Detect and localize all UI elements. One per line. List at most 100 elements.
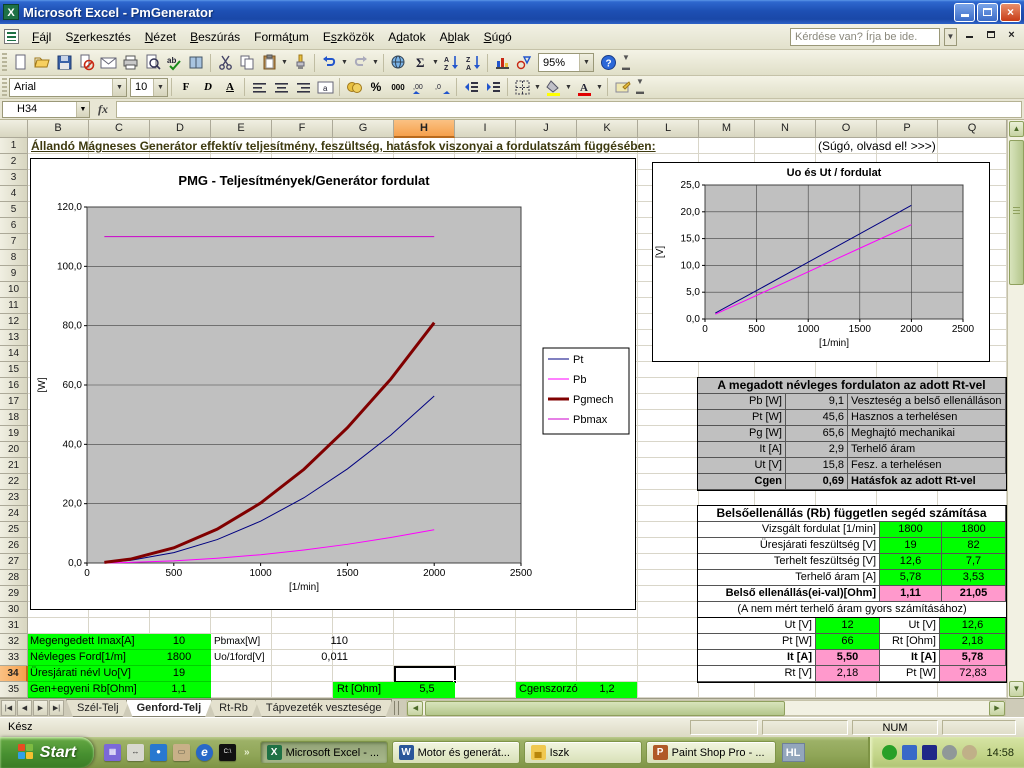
- redo-icon[interactable]: [350, 53, 370, 73]
- column-header-N[interactable]: N: [755, 120, 816, 138]
- toolbar-grip[interactable]: [2, 52, 7, 73]
- rt-input-cell[interactable]: Rt [Ohm] 5,5: [333, 682, 455, 698]
- input-row[interactable]: Gen+egyeni Rb[Ohm] 1,1: [28, 682, 211, 698]
- row-header-1[interactable]: 1: [0, 138, 28, 154]
- task-button-excel[interactable]: X Microsoft Excel - ...: [259, 741, 388, 764]
- column-header-I[interactable]: I: [455, 120, 516, 138]
- percent-button[interactable]: %: [366, 77, 386, 97]
- row-header-32[interactable]: 32: [0, 634, 28, 650]
- zoom-combobox[interactable]: 95% ▼: [538, 53, 594, 72]
- quick-launch-overflow-icon[interactable]: »: [244, 747, 250, 758]
- volume-icon[interactable]: [942, 745, 958, 760]
- selected-cell-h34[interactable]: [394, 666, 457, 684]
- first-sheet-icon[interactable]: |◀: [1, 700, 16, 716]
- workbook-restore-button[interactable]: [982, 29, 999, 44]
- paste-dropdown-icon[interactable]: ▼: [280, 59, 289, 66]
- font-size-dropdown-icon[interactable]: ▼: [153, 78, 167, 96]
- increase-decimal-button[interactable]: ,00: [410, 77, 430, 97]
- row-header-16[interactable]: 16: [0, 378, 28, 394]
- row-header-22[interactable]: 22: [0, 474, 28, 490]
- row-header-4[interactable]: 4: [0, 186, 28, 202]
- fill-color-button[interactable]: [543, 77, 563, 97]
- drawing-icon[interactable]: [514, 53, 534, 73]
- borders-button[interactable]: [512, 77, 532, 97]
- autosum-dropdown-icon[interactable]: ▼: [431, 59, 440, 66]
- name-box-dropdown-icon[interactable]: ▼: [76, 101, 89, 117]
- column-header-C[interactable]: C: [89, 120, 150, 138]
- cut-icon[interactable]: [215, 53, 235, 73]
- input-row[interactable]: Megengedett Imax[A] 10: [28, 634, 211, 650]
- column-header-F[interactable]: F: [272, 120, 333, 138]
- toolbar-grip[interactable]: [2, 78, 7, 96]
- workbook-close-button[interactable]: ×: [1003, 29, 1020, 44]
- email-icon[interactable]: [98, 53, 118, 73]
- restore-button[interactable]: [977, 2, 998, 22]
- formula-input[interactable]: [116, 100, 1022, 118]
- underline-button[interactable]: A: [220, 77, 240, 97]
- row-header-30[interactable]: 30: [0, 602, 28, 618]
- column-header-J[interactable]: J: [516, 120, 577, 138]
- row-header-26[interactable]: 26: [0, 538, 28, 554]
- row-header-18[interactable]: 18: [0, 410, 28, 426]
- row-header-5[interactable]: 5: [0, 202, 28, 218]
- increase-indent-button[interactable]: [483, 77, 503, 97]
- scroll-right-icon[interactable]: ▶: [989, 701, 1005, 716]
- question-box[interactable]: Kérdése van? Írja be ide.: [790, 27, 940, 46]
- column-header-P[interactable]: P: [877, 120, 938, 138]
- rb-row-value1[interactable]: 19: [880, 538, 942, 554]
- name-box[interactable]: H34 ▼: [2, 100, 90, 118]
- rb-row-value2[interactable]: 82: [942, 538, 1006, 554]
- column-header-L[interactable]: L: [638, 120, 699, 138]
- row-header-3[interactable]: 3: [0, 170, 28, 186]
- row-header-33[interactable]: 33: [0, 650, 28, 666]
- column-header-K[interactable]: K: [577, 120, 638, 138]
- row-header-9[interactable]: 9: [0, 266, 28, 282]
- autosum-icon[interactable]: Σ: [410, 53, 430, 73]
- row-header-20[interactable]: 20: [0, 442, 28, 458]
- column-header-D[interactable]: D: [150, 120, 211, 138]
- column-header-O[interactable]: O: [816, 120, 877, 138]
- qc-value[interactable]: 2,18: [940, 634, 1006, 650]
- row-header-23[interactable]: 23: [0, 490, 28, 506]
- rb-row-value1[interactable]: 1800: [880, 522, 942, 538]
- language-indicator[interactable]: HL: [781, 743, 805, 762]
- row-header-24[interactable]: 24: [0, 506, 28, 522]
- row-header-31[interactable]: 31: [0, 618, 28, 634]
- messenger-icon[interactable]: ●: [150, 744, 167, 761]
- insert-hyperlink-icon[interactable]: [388, 53, 408, 73]
- input-row[interactable]: Üresjárati névl Uo[V] 19: [28, 666, 211, 682]
- scroll-down-icon[interactable]: ▼: [1009, 681, 1024, 697]
- qc-value[interactable]: 2,18: [816, 666, 880, 682]
- horizontal-scroll-thumb[interactable]: [425, 701, 786, 716]
- toolbar-options-icon[interactable]: ▼ ▬: [620, 53, 632, 73]
- row-header-19[interactable]: 19: [0, 426, 28, 442]
- row-header-29[interactable]: 29: [0, 586, 28, 602]
- rb-row-value2[interactable]: 3,53: [942, 570, 1006, 586]
- format-painter-icon[interactable]: [290, 53, 310, 73]
- align-left-button[interactable]: [249, 77, 269, 97]
- row-header-6[interactable]: 6: [0, 218, 28, 234]
- row-header-2[interactable]: 2: [0, 154, 28, 170]
- sheet-tab-genford-telj[interactable]: Genford-Telj: [126, 699, 213, 717]
- align-center-button[interactable]: [271, 77, 291, 97]
- row-header-12[interactable]: 12: [0, 314, 28, 330]
- menu-item-nézet[interactable]: Nézet: [138, 26, 183, 48]
- bold-button[interactable]: F: [176, 77, 196, 97]
- rb-row-value1[interactable]: 5,78: [880, 570, 942, 586]
- printer-icon[interactable]: ▭: [173, 744, 190, 761]
- menu-item-eszközök[interactable]: Eszközök: [316, 26, 381, 48]
- calculator-icon[interactable]: ▦: [104, 744, 121, 761]
- align-right-button[interactable]: [293, 77, 313, 97]
- close-button[interactable]: ×: [1000, 2, 1021, 22]
- tab-split-handle[interactable]: [394, 701, 403, 715]
- font-size-combobox[interactable]: 10 ▼: [130, 77, 168, 97]
- row-header-7[interactable]: 7: [0, 234, 28, 250]
- borders-dropdown-icon[interactable]: ▼: [533, 84, 542, 91]
- menu-item-beszúrás[interactable]: Beszúrás: [183, 26, 247, 48]
- sheet-tab-rt-rb[interactable]: Rt-Rb: [208, 699, 259, 717]
- row-header-28[interactable]: 28: [0, 570, 28, 586]
- scroll-up-icon[interactable]: ▲: [1009, 121, 1024, 137]
- qc-value[interactable]: 5,50: [816, 650, 880, 666]
- fill-color-dropdown-icon[interactable]: ▼: [564, 84, 573, 91]
- next-sheet-icon[interactable]: ▶: [33, 700, 48, 716]
